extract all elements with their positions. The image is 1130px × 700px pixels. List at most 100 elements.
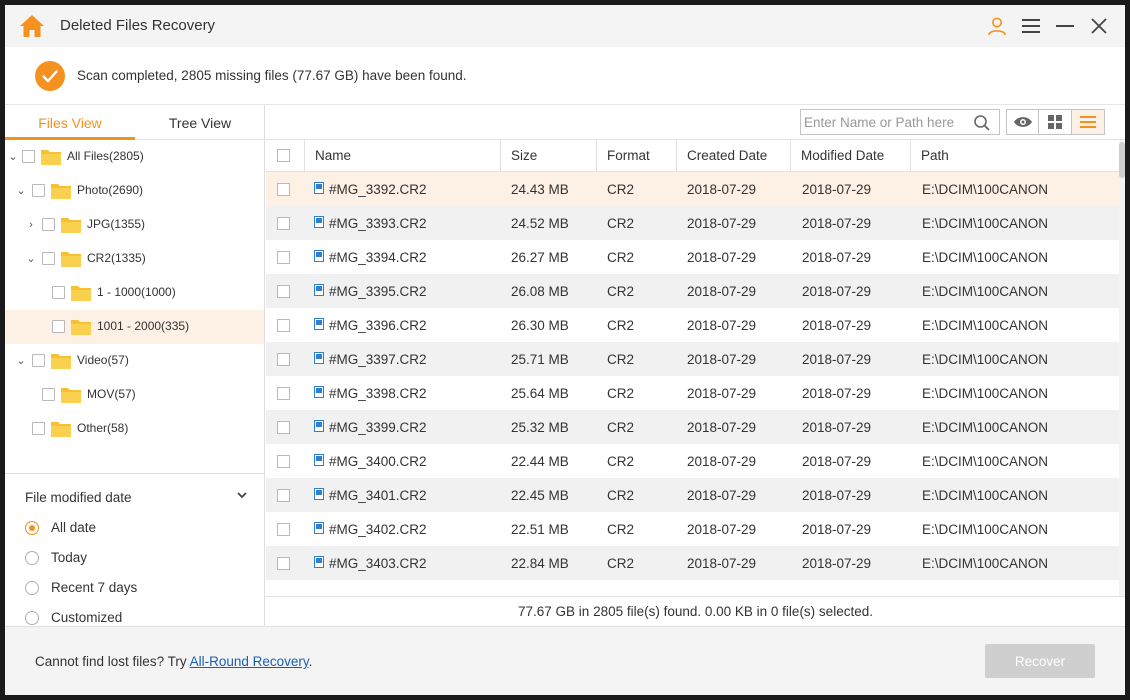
cell-format: CR2 xyxy=(607,216,635,231)
chevron-down-icon[interactable]: ⌄ xyxy=(25,252,37,266)
tree-checkbox[interactable] xyxy=(32,184,45,197)
cell-modified: 2018-07-29 xyxy=(802,420,872,435)
table-row[interactable]: #MG_3401.CR2 22.45 MB CR2 2018-07-29 2018-07… xyxy=(266,478,1119,512)
table-row[interactable]: #MG_3398.CR2 25.64 MB CR2 2018-07-29 2018-07… xyxy=(266,376,1119,410)
row-checkbox[interactable] xyxy=(277,489,290,502)
footer-hint-suffix: . xyxy=(308,654,313,669)
table-row[interactable]: #MG_3392.CR2 24.43 MB CR2 2018-07-29 2018-07… xyxy=(266,172,1119,206)
row-checkbox[interactable] xyxy=(277,387,290,400)
cell-format: CR2 xyxy=(607,420,635,435)
chevron-down-icon[interactable]: ⌄ xyxy=(15,354,27,368)
menu-icon[interactable] xyxy=(1019,14,1043,38)
search-icon[interactable] xyxy=(973,114,991,132)
vertical-scrollbar[interactable] xyxy=(1119,140,1125,596)
tree-checkbox[interactable] xyxy=(52,286,65,299)
tree-checkbox[interactable] xyxy=(32,422,45,435)
column-header-name[interactable]: Name xyxy=(304,140,500,172)
table-row[interactable]: #MG_3399.CR2 25.32 MB CR2 2018-07-29 2018-07… xyxy=(266,410,1119,444)
tree-item-mov[interactable]: MOV(57) xyxy=(5,378,264,412)
eye-icon[interactable] xyxy=(1007,110,1040,134)
folder-icon xyxy=(61,252,81,267)
cell-size: 26.27 MB xyxy=(511,250,569,265)
tree-checkbox[interactable] xyxy=(42,218,55,231)
row-checkbox[interactable] xyxy=(277,319,290,332)
file-table-body: #MG_3392.CR2 24.43 MB CR2 2018-07-29 2018-07… xyxy=(266,172,1119,596)
tree-item-all-files[interactable]: ⌄ All Files(2805) xyxy=(5,140,264,174)
chevron-down-icon[interactable]: ⌄ xyxy=(15,184,27,198)
tree-checkbox[interactable] xyxy=(42,388,55,401)
table-row[interactable]: #MG_3394.CR2 26.27 MB CR2 2018-07-29 2018-07… xyxy=(266,240,1119,274)
cell-created: 2018-07-29 xyxy=(687,182,757,197)
tree-item-range-1001-2000[interactable]: 1001 - 2000(335) xyxy=(5,310,264,344)
table-row[interactable]: #MG_3400.CR2 22.44 MB CR2 2018-07-29 2018-07… xyxy=(266,444,1119,478)
home-icon[interactable] xyxy=(19,13,45,39)
table-row[interactable]: #MG_3402.CR2 22.51 MB CR2 2018-07-29 2018-07… xyxy=(266,512,1119,546)
cell-path: E:\DCIM\100CANON xyxy=(922,216,1049,231)
column-header-path[interactable]: Path xyxy=(910,140,1119,172)
grid-view-icon[interactable] xyxy=(1039,110,1072,134)
tree-item-cr2[interactable]: ⌄ CR2(1335) xyxy=(5,242,264,276)
tree-item-range-1-1000[interactable]: 1 - 1000(1000) xyxy=(5,276,264,310)
tree-item-video[interactable]: ⌄ Video(57) xyxy=(5,344,264,378)
tree-checkbox[interactable] xyxy=(22,150,35,163)
cell-name: #MG_3400.CR2 xyxy=(329,454,427,469)
row-checkbox[interactable] xyxy=(277,421,290,434)
list-view-icon[interactable] xyxy=(1071,110,1104,134)
tree-item-other[interactable]: Other(58) xyxy=(5,412,264,446)
table-row[interactable]: #MG_3396.CR2 26.30 MB CR2 2018-07-29 2018-07… xyxy=(266,308,1119,342)
tree-checkbox[interactable] xyxy=(32,354,45,367)
footer-hint-prefix: Cannot find lost files? Try xyxy=(35,654,190,669)
column-header-format[interactable]: Format xyxy=(596,140,676,172)
radio-button[interactable] xyxy=(25,581,39,595)
image-file-icon xyxy=(314,556,324,568)
close-icon[interactable] xyxy=(1087,14,1111,38)
folder-icon xyxy=(41,150,61,165)
table-row[interactable]: #MG_3403.CR2 22.84 MB CR2 2018-07-29 2018-07… xyxy=(266,546,1119,580)
tree-checkbox[interactable] xyxy=(52,320,65,333)
row-checkbox[interactable] xyxy=(277,557,290,570)
select-all-checkbox[interactable] xyxy=(277,149,290,162)
minimize-icon[interactable] xyxy=(1053,14,1077,38)
radio-button[interactable] xyxy=(25,521,39,535)
tab-tree-view[interactable]: Tree View xyxy=(135,105,265,140)
all-round-recovery-link[interactable]: All-Round Recovery xyxy=(190,654,309,669)
table-row[interactable]: #MG_3397.CR2 25.71 MB CR2 2018-07-29 2018-07… xyxy=(266,342,1119,376)
row-checkbox[interactable] xyxy=(277,285,290,298)
row-checkbox[interactable] xyxy=(277,523,290,536)
radio-recent-7-days[interactable]: Recent 7 days xyxy=(25,578,245,600)
image-file-icon xyxy=(314,454,324,466)
chevron-down-icon[interactable] xyxy=(235,488,249,502)
column-header-size[interactable]: Size xyxy=(500,140,596,172)
radio-all-date[interactable]: All date xyxy=(25,518,245,540)
radio-button[interactable] xyxy=(25,611,39,625)
tab-files-view[interactable]: Files View xyxy=(5,105,135,140)
row-checkbox[interactable] xyxy=(277,353,290,366)
row-checkbox[interactable] xyxy=(277,455,290,468)
column-header-created[interactable]: Created Date xyxy=(676,140,790,172)
user-icon[interactable] xyxy=(985,14,1009,38)
table-row[interactable]: #MG_3395.CR2 26.08 MB CR2 2018-07-29 2018-07… xyxy=(266,274,1119,308)
cell-name: #MG_3403.CR2 xyxy=(329,556,427,571)
tree-item-label: CR2(1335) xyxy=(87,251,146,265)
table-row[interactable]: #MG_3393.CR2 24.52 MB CR2 2018-07-29 2018-07… xyxy=(266,206,1119,240)
cell-size: 24.43 MB xyxy=(511,182,569,197)
radio-today[interactable]: Today xyxy=(25,548,245,570)
tree-checkbox[interactable] xyxy=(42,252,55,265)
recover-button[interactable]: Recover xyxy=(985,644,1095,678)
cell-name: #MG_3401.CR2 xyxy=(329,488,427,503)
chevron-down-icon[interactable]: ⌄ xyxy=(7,150,19,164)
tree-item-photo[interactable]: ⌄ Photo(2690) xyxy=(5,174,264,208)
scrollbar-thumb[interactable] xyxy=(1119,142,1125,178)
radio-button[interactable] xyxy=(25,551,39,565)
row-checkbox[interactable] xyxy=(277,183,290,196)
cell-created: 2018-07-29 xyxy=(687,386,757,401)
row-checkbox[interactable] xyxy=(277,217,290,230)
row-checkbox[interactable] xyxy=(277,251,290,264)
cell-format: CR2 xyxy=(607,488,635,503)
search-input[interactable] xyxy=(804,112,969,132)
tree-item-jpg[interactable]: › JPG(1355) xyxy=(5,208,264,242)
image-file-icon xyxy=(314,522,324,534)
chevron-right-icon[interactable]: › xyxy=(25,218,37,232)
cell-path: E:\DCIM\100CANON xyxy=(922,284,1049,299)
column-header-modified[interactable]: Modified Date xyxy=(790,140,910,172)
